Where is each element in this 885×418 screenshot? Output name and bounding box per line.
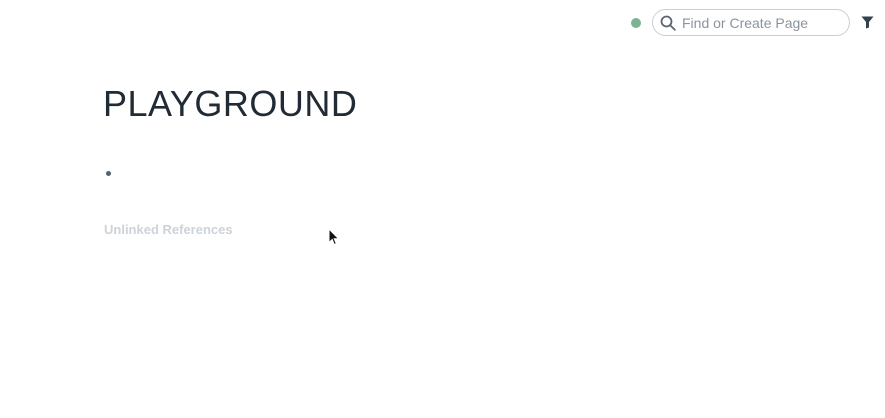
search-input[interactable] [682,12,842,33]
mouse-pointer-icon [328,228,340,246]
app-window: PLAYGROUND Unlinked References [0,0,885,418]
sync-status-dot [631,18,641,28]
search-icon [660,15,676,31]
block-bullet[interactable] [106,171,111,176]
page-title[interactable]: PLAYGROUND [103,84,357,124]
unlinked-references-toggle[interactable]: Unlinked References [104,222,233,238]
find-or-create-page-search[interactable] [652,9,850,36]
filter-icon[interactable] [861,16,874,29]
